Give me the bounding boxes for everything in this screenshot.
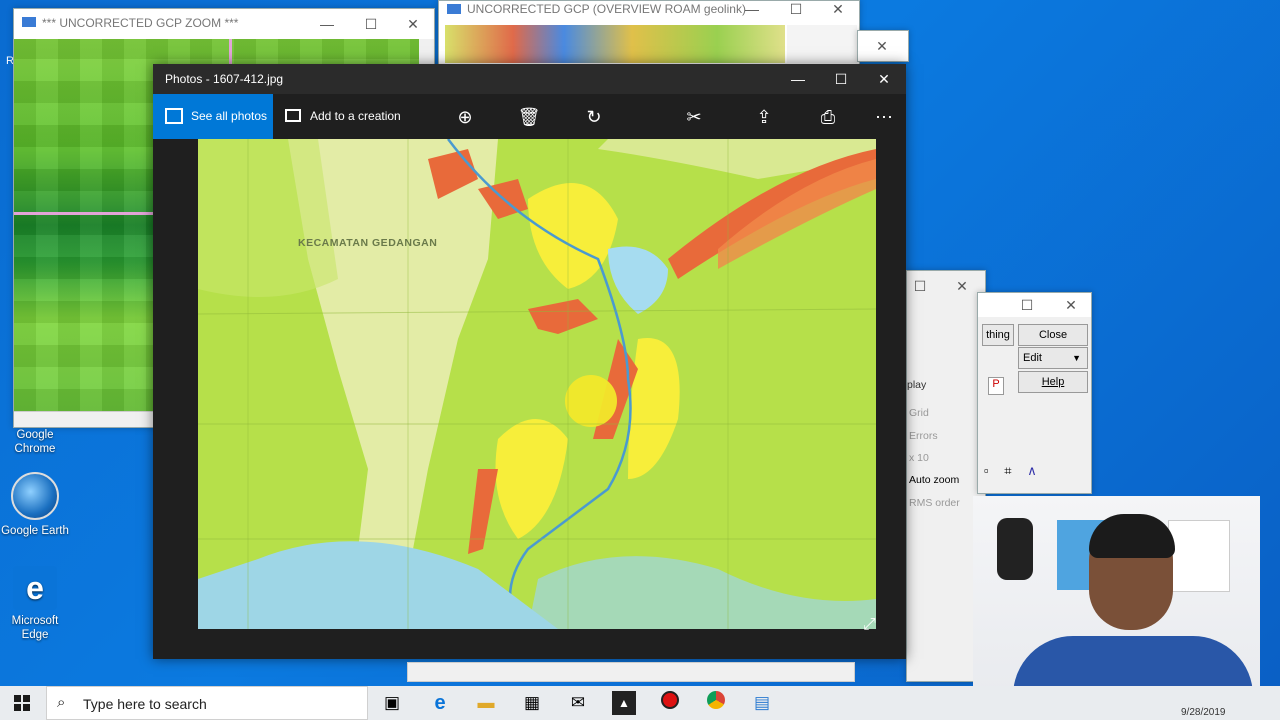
- rms-order-option[interactable]: RMS order: [909, 497, 960, 509]
- edge-icon: e: [13, 566, 57, 610]
- search-box[interactable]: ⌕ Type here to search: [46, 686, 368, 720]
- maximize-button[interactable]: ☐: [773, 1, 819, 19]
- more-options-icon[interactable]: ⋯: [871, 104, 897, 130]
- webcam-overlay: [973, 496, 1260, 710]
- crosshair-icon[interactable]: ⌗: [1004, 463, 1011, 478]
- file-explorer-icon[interactable]: ▬: [474, 691, 498, 715]
- wall-calendar: [1168, 520, 1230, 592]
- title-bar: UNCORRECTED GCP (OVERVIEW ROAM geolink) …: [439, 1, 859, 19]
- help-button[interactable]: Help: [1018, 371, 1088, 393]
- x10-option[interactable]: x 10: [909, 452, 929, 464]
- close-button[interactable]: ✕: [1048, 293, 1091, 317]
- minimize-button[interactable]: —: [304, 9, 350, 39]
- edit-label: Edit: [1023, 352, 1042, 364]
- desktop-icon-label: Google Chrome: [14, 429, 56, 455]
- window-title: UNCORRECTED GCP (OVERVIEW ROAM geolink): [467, 2, 746, 16]
- task-view-icon[interactable]: ▣: [380, 691, 404, 715]
- map-graphic: [198, 139, 876, 629]
- map-region-label: KECAMATAN GEDANGAN: [298, 237, 438, 249]
- expand-icon[interactable]: ⤢: [863, 616, 876, 634]
- see-all-label: See all photos: [191, 109, 268, 123]
- tool-icons: ▫ ⌗ ∧: [984, 463, 1037, 479]
- window-title: *** UNCORRECTED GCP ZOOM ***: [42, 16, 239, 30]
- auto-zoom-option[interactable]: Auto zoom: [909, 474, 959, 486]
- taskbar: ⌕ Type here to search ▣ e ▬ ▦ ✉ ▲ ▤ 9/28…: [0, 686, 1280, 720]
- photos-toolbar: See all photos Add to a creation ⊕ 🗑 ↻ ✂…: [153, 94, 906, 139]
- search-placeholder: Type here to search: [83, 696, 207, 712]
- app-icon: [22, 17, 36, 27]
- person-hair: [1089, 514, 1175, 558]
- mail-icon[interactable]: ✉: [566, 691, 590, 715]
- photos-window[interactable]: Photos - 1607-412.jpg — ☐ ✕ See all phot…: [153, 64, 906, 659]
- background-scrollbar[interactable]: [407, 662, 855, 682]
- chrome-taskbar-icon[interactable]: [704, 691, 728, 715]
- edge-taskbar-icon[interactable]: e: [428, 691, 452, 715]
- recorder-icon[interactable]: [658, 691, 682, 715]
- close-button[interactable]: ✕: [390, 9, 434, 39]
- maximize-button[interactable]: ☐: [1004, 293, 1050, 317]
- window-title: Photos - 1607-412.jpg: [165, 72, 284, 86]
- close-dialog-button[interactable]: Close: [1018, 324, 1088, 346]
- close-button[interactable]: ✕: [862, 31, 902, 61]
- display-group-label: play: [907, 379, 927, 391]
- maximize-button[interactable]: ☐: [819, 64, 863, 94]
- gis-app-icon[interactable]: ▤: [750, 691, 774, 715]
- minimize-button[interactable]: —: [776, 64, 820, 94]
- map-legend: [787, 25, 857, 63]
- overview-map[interactable]: [445, 25, 785, 63]
- grid-option[interactable]: Grid: [909, 407, 929, 419]
- share-icon[interactable]: ⇪: [751, 104, 777, 130]
- zoom-in-icon[interactable]: ⊕: [452, 104, 478, 130]
- minimize-button[interactable]: —: [729, 1, 775, 19]
- delete-icon[interactable]: 🗑: [516, 104, 542, 130]
- clock-date: 9/28/2019: [1181, 707, 1226, 718]
- creation-icon: [285, 109, 301, 122]
- hanging-bag: [997, 518, 1033, 580]
- store-icon[interactable]: ▦: [520, 691, 544, 715]
- photos-icon: [165, 108, 183, 124]
- title-bar: *** UNCORRECTED GCP ZOOM *** — ☐ ✕: [14, 9, 434, 39]
- desktop-icon-label: Google Earth: [1, 525, 69, 537]
- desktop-icon-label: Microsoft Edge: [11, 615, 59, 641]
- close-button[interactable]: ✕: [862, 64, 906, 94]
- zoom-factor-icon[interactable]: ▫: [984, 463, 989, 478]
- see-all-photos-button[interactable]: See all photos: [153, 94, 273, 139]
- curve-icon[interactable]: ∧: [1027, 463, 1037, 478]
- maximize-button[interactable]: ☐: [348, 9, 394, 39]
- map-photo[interactable]: KECAMATAN GEDANGAN: [198, 139, 876, 629]
- rotate-icon[interactable]: ↻: [581, 104, 607, 130]
- add-creation-label: Add to a creation: [310, 109, 401, 123]
- gcp-overview-window[interactable]: UNCORRECTED GCP (OVERVIEW ROAM geolink) …: [438, 0, 860, 66]
- desktop-icon-edge[interactable]: e Microsoft Edge: [0, 566, 70, 642]
- errors-option[interactable]: Errors: [909, 430, 938, 442]
- app-icon: [447, 4, 461, 14]
- thing-button[interactable]: thing: [982, 324, 1014, 346]
- google-earth-icon: [11, 472, 59, 520]
- photos-title-bar: Photos - 1607-412.jpg — ☐ ✕: [153, 64, 906, 94]
- close-button[interactable]: ✕: [815, 1, 859, 19]
- background-window[interactable]: ✕: [857, 30, 909, 62]
- paste-icon[interactable]: P: [988, 377, 1004, 395]
- maximize-button[interactable]: ☐: [907, 271, 943, 301]
- desktop: { "desktop_icons": [ {"label": "Google C…: [0, 0, 1280, 720]
- desktop-icon-google-earth[interactable]: Google Earth: [0, 472, 70, 538]
- print-icon[interactable]: ⎙: [815, 104, 841, 130]
- search-icon: ⌕: [57, 694, 66, 711]
- desktop-icon-chrome[interactable]: Google Chrome: [0, 428, 70, 456]
- dialog-window-front[interactable]: ☐ ✕ thing Close Edit ▼ Help P ▫ ⌗ ∧: [977, 292, 1092, 494]
- edit-dropdown[interactable]: Edit ▼: [1018, 347, 1088, 369]
- chevron-down-icon: ▼: [1072, 353, 1081, 363]
- windows-start-icon[interactable]: [14, 695, 30, 711]
- edit-create-icon[interactable]: ✂: [681, 104, 707, 130]
- photos-taskbar-icon[interactable]: ▲: [612, 691, 636, 715]
